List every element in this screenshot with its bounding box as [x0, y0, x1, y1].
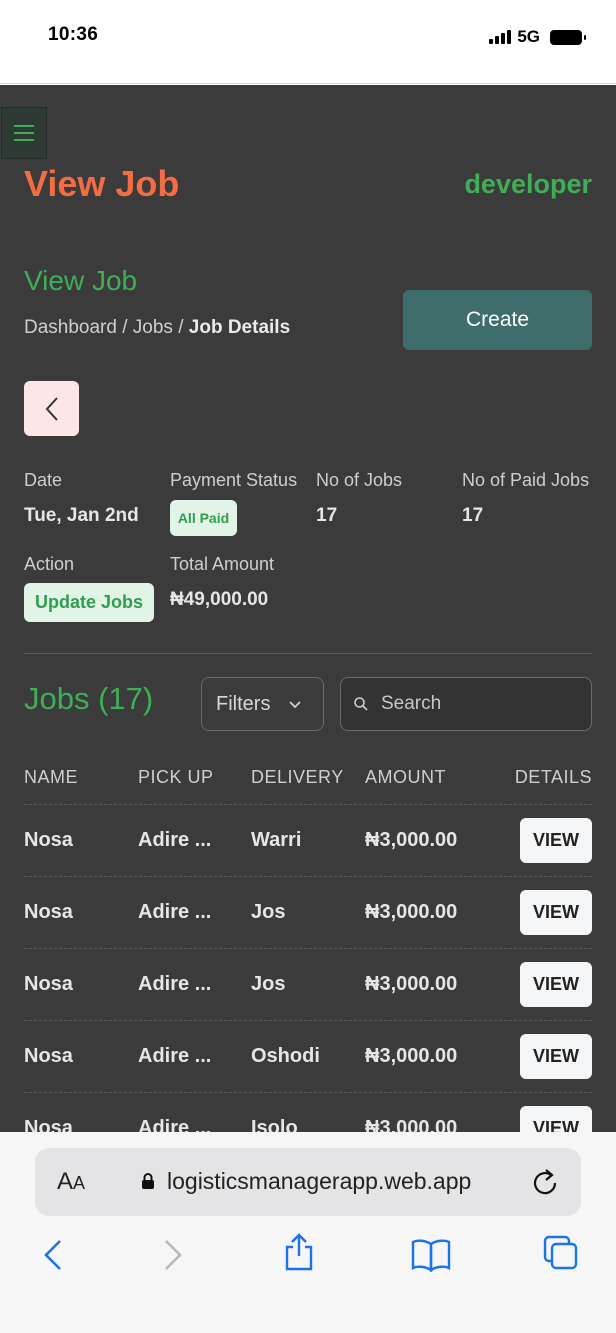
url-text: logisticsmanagerapp.web.app	[167, 1168, 472, 1194]
chevron-left-icon	[45, 396, 58, 421]
view-button[interactable]: VIEW	[520, 1106, 592, 1132]
paid-jobs-label: No of Paid Jobs	[462, 470, 590, 490]
date-value: Tue, Jan 2nd	[24, 505, 139, 526]
breadcrumb-separator: /	[172, 317, 189, 338]
cell-delivery: Jos	[251, 901, 286, 923]
table-header: NAME PICK UP DELIVERY AMOUNT DETAILS	[24, 765, 592, 805]
breadcrumb-separator: /	[116, 317, 133, 338]
action-label: Action	[24, 554, 75, 574]
breadcrumb-dashboard[interactable]: Dashboard	[24, 317, 117, 338]
table-row: Nosa Adire ... Isolo ₦3,000.00 VIEW	[24, 1093, 592, 1132]
app-content: View Job developer View Job Dashboard / …	[0, 85, 616, 1132]
column-header-amount: AMOUNT	[365, 767, 446, 787]
aa-large: A	[57, 1168, 74, 1195]
jobs-count-value: 17	[316, 505, 338, 526]
cell-delivery: Warri	[251, 829, 302, 851]
table-row: Nosa Adire ... Jos ₦3,000.00 VIEW	[24, 949, 592, 1021]
cell-pickup: Adire ...	[138, 901, 212, 923]
column-header-delivery: DELIVERY	[251, 767, 344, 787]
breadcrumb: Dashboard / Jobs / Job Details	[24, 317, 290, 339]
share-icon[interactable]	[282, 1232, 316, 1272]
cell-amount: ₦3,000.00	[365, 1117, 458, 1132]
total-amount-label: Total Amount	[170, 554, 275, 574]
jobs-title: Jobs (17)	[24, 681, 154, 716]
status-bar: 10:36 5G	[0, 0, 616, 84]
breadcrumb-current: Job Details	[188, 317, 291, 338]
cell-amount: ₦3,000.00	[365, 901, 458, 923]
back-arrow-icon[interactable]	[42, 1238, 66, 1272]
signal-icon	[489, 30, 512, 44]
view-button[interactable]: VIEW	[520, 818, 592, 863]
payment-status-label: Payment Status	[170, 470, 298, 490]
cell-amount: ₦3,000.00	[365, 973, 458, 995]
cell-name: Nosa	[24, 829, 73, 851]
lock-icon	[142, 1173, 154, 1189]
update-jobs-button[interactable]: Update Jobs	[24, 583, 154, 622]
filters-dropdown[interactable]: Filters	[201, 677, 324, 731]
total-amount-value: ₦49,000.00	[170, 589, 269, 610]
browser-nav	[0, 1233, 616, 1288]
aa-small: A	[73, 1173, 86, 1193]
forward-arrow-icon[interactable]	[160, 1238, 184, 1272]
battery-icon	[550, 29, 586, 45]
text-size-button[interactable]: AA	[57, 1168, 85, 1196]
bookmarks-icon[interactable]	[410, 1238, 452, 1272]
cell-pickup: Adire ...	[138, 973, 212, 995]
column-header-name: NAME	[24, 767, 79, 787]
filters-label: Filters	[216, 692, 271, 715]
status-time: 10:36	[48, 24, 99, 45]
tabs-icon[interactable]	[542, 1234, 580, 1272]
address-bar[interactable]: AA logisticsmanagerapp.web.app	[35, 1148, 581, 1216]
cell-delivery: Jos	[251, 973, 286, 995]
cell-amount: ₦3,000.00	[365, 829, 458, 851]
network-type: 5G	[517, 27, 540, 46]
reload-icon[interactable]	[531, 1166, 559, 1196]
paid-jobs-value: 17	[462, 505, 484, 526]
jobs-count-label: No of Jobs	[316, 470, 403, 490]
column-header-pickup: PICK UP	[138, 767, 214, 787]
menu-button[interactable]	[1, 107, 47, 159]
cell-pickup: Adire ...	[138, 1045, 212, 1067]
cell-name: Nosa	[24, 1045, 73, 1067]
view-button[interactable]: VIEW	[520, 962, 592, 1007]
status-indicators: 5G	[489, 27, 586, 47]
cell-pickup: Adire ...	[138, 829, 212, 851]
divider	[24, 653, 592, 654]
search-box[interactable]	[340, 677, 592, 731]
hamburger-icon	[14, 125, 34, 141]
table-row: Nosa Adire ... Oshodi ₦3,000.00 VIEW	[24, 1021, 592, 1093]
view-button[interactable]: VIEW	[520, 1034, 592, 1079]
date-label: Date	[24, 470, 63, 490]
create-button[interactable]: Create	[403, 290, 592, 350]
cell-name: Nosa	[24, 1117, 73, 1132]
column-header-details: DETAILS	[514, 767, 592, 787]
cell-name: Nosa	[24, 901, 73, 923]
browser-toolbar: AA logisticsmanagerapp.web.app	[0, 1132, 616, 1333]
search-icon	[354, 697, 368, 711]
cell-delivery: Isolo	[251, 1117, 298, 1132]
section-title: View Job	[24, 265, 138, 296]
page-title: View Job	[24, 163, 180, 204]
table-row: Nosa Adire ... Warri ₦3,000.00 VIEW	[24, 805, 592, 877]
payment-status-badge: All Paid	[170, 500, 237, 536]
search-input[interactable]	[381, 693, 571, 715]
cell-name: Nosa	[24, 973, 73, 995]
view-button[interactable]: VIEW	[520, 890, 592, 935]
cell-pickup: Adire ...	[138, 1117, 212, 1132]
table-row: Nosa Adire ... Jos ₦3,000.00 VIEW	[24, 877, 592, 949]
chevron-down-icon	[289, 700, 302, 708]
back-button[interactable]	[24, 381, 79, 436]
user-name: developer	[464, 169, 592, 199]
breadcrumb-jobs[interactable]: Jobs	[133, 317, 173, 338]
cell-amount: ₦3,000.00	[365, 1045, 458, 1067]
cell-delivery: Oshodi	[251, 1045, 320, 1067]
